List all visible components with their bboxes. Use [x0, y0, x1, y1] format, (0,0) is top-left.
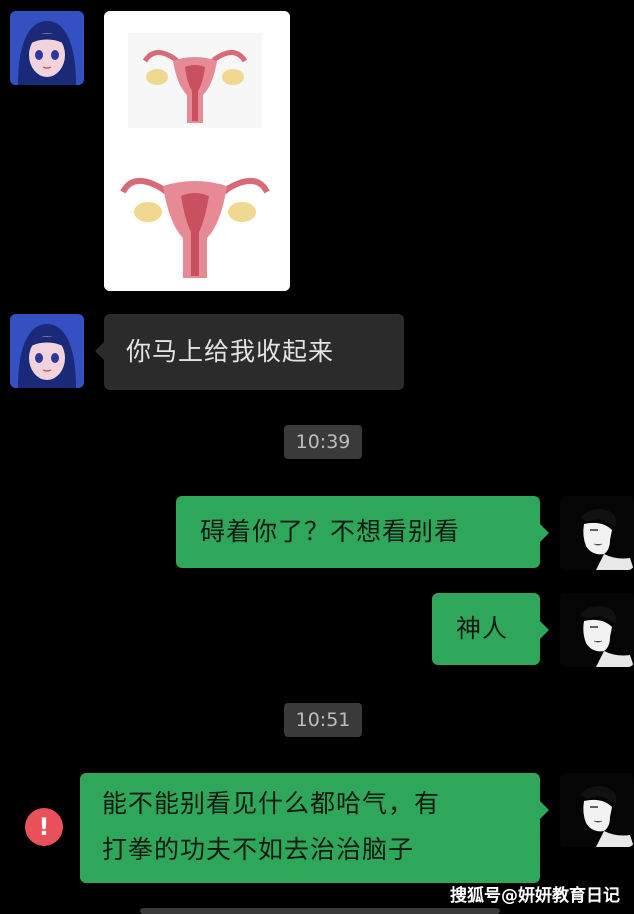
uterus-diagram-icon	[104, 11, 290, 291]
message-text-line: 能不能别看见什么都哈气，有	[102, 789, 441, 818]
timestamp-text: 10:51	[295, 709, 351, 731]
sketch-man-avatar-icon	[560, 773, 634, 847]
exclamation-circle-icon[interactable]: !	[25, 808, 63, 846]
bottom-scroll-indicator	[140, 908, 500, 914]
timestamp: 10:39	[284, 425, 362, 459]
error-badge-text: !	[38, 813, 50, 841]
image-message[interactable]	[104, 11, 290, 291]
my-avatar[interactable]	[560, 773, 634, 847]
message-text: 你马上给我收起来	[126, 337, 335, 366]
outgoing-message-bubble[interactable]: 能不能别看见什么都哈气，有 打拳的功夫不如去治治脑子	[80, 773, 549, 883]
anime-girl-avatar-icon	[10, 314, 84, 388]
my-avatar[interactable]	[560, 593, 634, 667]
anime-girl-avatar-icon	[10, 11, 84, 85]
message-text: 碍着你了？不想看别看	[200, 517, 461, 546]
timestamp: 10:51	[284, 703, 362, 737]
outgoing-message-bubble[interactable]: 神人	[432, 593, 549, 665]
timestamp-text: 10:39	[295, 431, 351, 453]
sketch-man-avatar-icon	[560, 593, 634, 667]
watermark: 搜狐号@妍妍教育日记	[450, 886, 620, 906]
message-text-line: 打拳的功夫不如去治治脑子	[102, 835, 415, 864]
contact-avatar[interactable]	[10, 11, 84, 85]
contact-avatar[interactable]	[10, 314, 84, 388]
message-text: 神人	[456, 614, 509, 643]
my-avatar[interactable]	[560, 496, 634, 570]
sketch-man-avatar-icon	[560, 496, 634, 570]
outgoing-message-bubble[interactable]: 碍着你了？不想看别看	[176, 496, 549, 568]
incoming-message-bubble[interactable]: 你马上给我收起来	[95, 314, 404, 390]
